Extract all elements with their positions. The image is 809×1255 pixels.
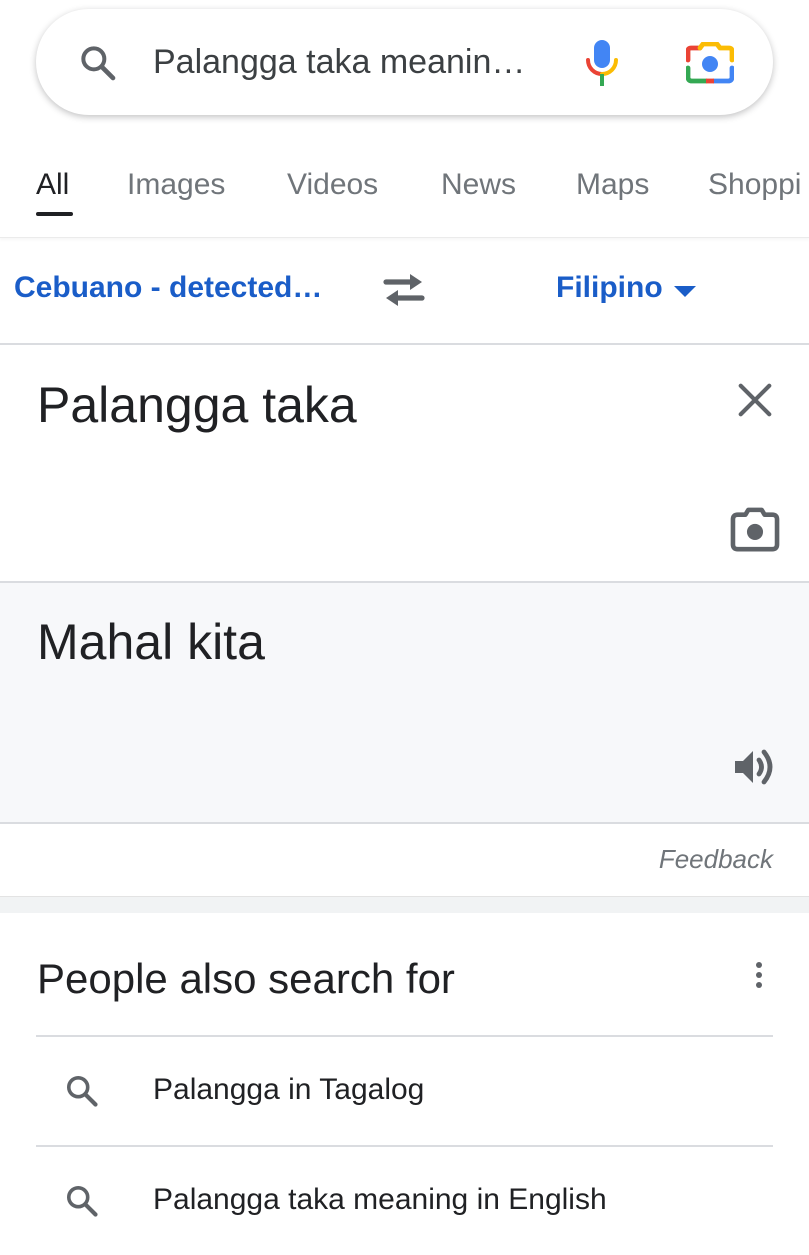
list-item-label[interactable]: Palangga in Tagalog [153,1070,424,1110]
list-item[interactable]: Palangga taka meaning in English [0,1147,809,1255]
microphone-icon[interactable] [584,39,620,87]
tab-all[interactable]: All [36,165,69,205]
search-tabs: All Images Videos News Maps Shoppi [0,140,809,238]
tab-news[interactable]: News [441,165,516,205]
more-vertical-icon[interactable] [748,958,770,994]
target-language-selector[interactable]: Filipino [556,268,663,308]
search-bar[interactable]: Palangga taka meanin… [36,9,773,115]
language-bar: Cebuano - detected… Filipino [0,238,809,345]
search-icon[interactable] [78,43,118,83]
source-text-panel: Palangga taka [0,345,809,583]
source-language-selector[interactable]: Cebuano - detected… [14,268,322,308]
list-item-label[interactable]: Palangga taka meaning in English [153,1180,607,1220]
close-icon[interactable] [736,381,774,419]
tab-shopping[interactable]: Shoppi [708,165,801,205]
source-text-input[interactable]: Palangga taka [37,375,357,435]
translation-panel: Mahal kita [0,583,809,824]
caret-down-icon[interactable] [672,284,698,298]
search-icon [66,1185,98,1217]
list-item[interactable]: Palangga in Tagalog [0,1037,809,1145]
translated-text: Mahal kita [37,614,265,670]
camera-icon[interactable] [730,507,780,553]
speaker-icon[interactable] [731,743,779,791]
google-lens-icon[interactable] [686,42,734,84]
search-icon [66,1075,98,1107]
tab-maps[interactable]: Maps [576,165,649,205]
people-also-search-title: People also search for [37,955,455,1002]
tab-videos[interactable]: Videos [287,165,378,205]
section-divider [0,896,809,913]
feedback-link[interactable]: Feedback [659,842,773,876]
search-input[interactable]: Palangga taka meanin… [153,38,553,86]
tab-images[interactable]: Images [127,165,225,205]
swap-languages-icon[interactable] [380,270,428,310]
active-tab-indicator [36,212,73,216]
